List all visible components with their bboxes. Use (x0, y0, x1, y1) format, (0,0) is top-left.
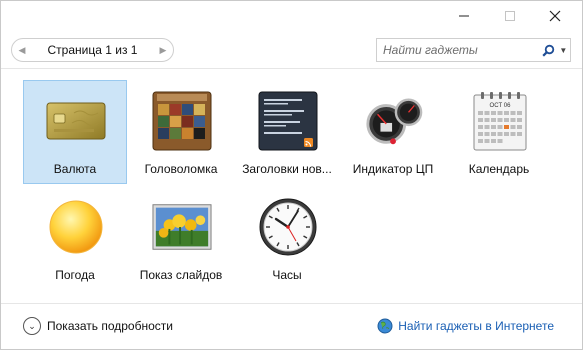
gadget-tile-news[interactable]: Заголовки нов... (235, 80, 339, 184)
calendar-month-label: OCT 06 (490, 103, 512, 109)
get-gadgets-online-link[interactable]: Найти гаджеты в Интернете (377, 315, 554, 337)
gadget-gallery: Валюта Головоломка Заголовки нов... Инди… (23, 76, 563, 291)
weather-gadget-icon (46, 197, 106, 257)
gadget-label: Заголовки нов... (242, 162, 332, 176)
page-indicator: Страница 1 из 1 (47, 43, 138, 57)
cpu-meter-gadget-icon (364, 91, 424, 151)
gadget-label: Календарь (468, 162, 530, 176)
chevron-left-icon: ◀ (18, 44, 26, 55)
search-box: ▼ (376, 38, 571, 62)
chevron-right-icon: ▶ (159, 44, 167, 55)
gadget-tile-calendar[interactable]: OCT 06 Календарь (447, 80, 551, 184)
dropdown-arrow-icon: ▼ (559, 45, 568, 55)
gadget-label: Головоломка (144, 162, 218, 176)
show-details-label: Показать подробности (47, 319, 173, 333)
gadget-gallery-window: ◀ Страница 1 из 1 ▶ ▼ (0, 0, 583, 350)
prev-page-button[interactable]: ◀ (12, 40, 32, 60)
slideshow-gadget-icon (152, 197, 212, 257)
minimize-button[interactable] (441, 1, 487, 31)
footer-bar: ⌄ Показать подробности Найти гаджеты в И… (1, 303, 582, 350)
show-details-toggle[interactable]: ⌄ Показать подробности (23, 315, 173, 337)
search-input[interactable] (377, 39, 540, 61)
gadget-label: Часы (272, 268, 302, 282)
gadget-label: Показ слайдов (139, 268, 223, 282)
gadget-label: Погода (55, 268, 95, 282)
maximize-button[interactable] (487, 1, 533, 31)
gadget-label: Индикатор ЦП (352, 162, 434, 176)
search-icon (542, 44, 555, 57)
title-bar (1, 1, 582, 33)
gadget-tile-cpu-meter[interactable]: Индикатор ЦП (341, 80, 445, 184)
maximize-icon (505, 11, 515, 21)
puzzle-gadget-icon (152, 91, 212, 151)
calendar-gadget-icon: OCT 06 (470, 91, 530, 151)
gadget-tile-clock[interactable]: Часы (235, 186, 339, 290)
get-gadgets-online-label: Найти гаджеты в Интернете (398, 319, 554, 333)
page-navigator: ◀ Страница 1 из 1 ▶ (11, 38, 174, 62)
gadget-tile-currency[interactable]: Валюта (23, 80, 127, 184)
globe-icon (377, 318, 393, 334)
close-button[interactable] (532, 1, 578, 31)
gadget-tile-weather[interactable]: Погода (23, 186, 127, 290)
gadget-tile-slideshow[interactable]: Показ слайдов (129, 186, 233, 290)
clock-gadget-icon (258, 197, 318, 257)
minimize-icon (459, 15, 469, 17)
search-button[interactable] (540, 39, 557, 61)
gadget-label: Валюта (53, 162, 97, 176)
search-options-dropdown[interactable]: ▼ (557, 39, 570, 61)
close-icon (549, 10, 561, 22)
chevron-down-icon: ⌄ (23, 317, 41, 335)
currency-gadget-icon (46, 91, 106, 151)
next-page-button[interactable]: ▶ (153, 40, 173, 60)
toolbar: ◀ Страница 1 из 1 ▶ ▼ (1, 33, 582, 69)
news-headlines-gadget-icon (258, 91, 318, 151)
gadget-tile-puzzle[interactable]: Головоломка (129, 80, 233, 184)
